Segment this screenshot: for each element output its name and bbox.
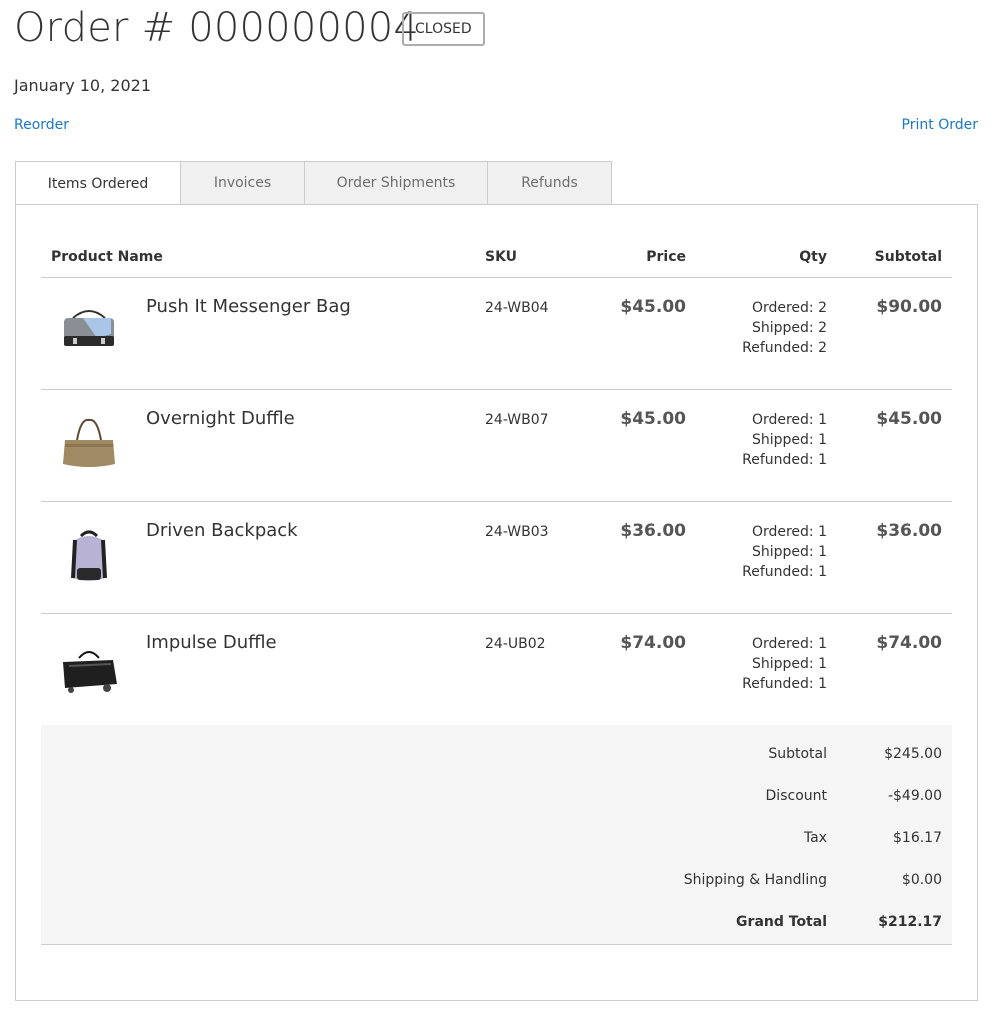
qty-shipped: Shipped: 1 bbox=[752, 432, 827, 448]
product-price: $45.00 bbox=[620, 297, 686, 317]
qty-ordered: Ordered: 1 bbox=[751, 524, 827, 540]
order-date: January 10, 2021 bbox=[14, 76, 151, 95]
product-qty: Ordered: 1 Shipped: 1 Refunded: 1 bbox=[742, 634, 827, 694]
totals-subtotal-label: Subtotal bbox=[768, 746, 827, 762]
grand-total-value: $212.17 bbox=[878, 914, 942, 930]
product-subtotal: $45.00 bbox=[876, 409, 942, 429]
qty-shipped: Shipped: 1 bbox=[752, 656, 827, 672]
backpack-thumbnail bbox=[71, 530, 107, 581]
totals-tax-value: $16.17 bbox=[893, 830, 942, 846]
print-order-link[interactable]: Print Order bbox=[902, 117, 978, 133]
product-qty: Ordered: 1 Shipped: 1 Refunded: 1 bbox=[742, 522, 827, 582]
tab-invoices[interactable]: Invoices bbox=[181, 161, 305, 205]
totals-tax-row: Tax $16.17 bbox=[41, 830, 952, 854]
table-row: Overnight Duffle 24-WB07 $45.00 Ordered:… bbox=[41, 390, 952, 502]
column-header-qty: Qty bbox=[799, 249, 827, 265]
qty-ordered: Ordered: 2 bbox=[751, 300, 827, 316]
table-row: Impulse Duffle 24-UB02 $74.00 Ordered: 1… bbox=[41, 614, 952, 726]
order-tabs: Items Ordered Invoices Order Shipments R… bbox=[15, 161, 612, 206]
qty-ordered: Ordered: 1 bbox=[751, 636, 827, 652]
column-header-sku: SKU bbox=[485, 249, 518, 265]
product-qty: Ordered: 1 Shipped: 1 Refunded: 1 bbox=[742, 410, 827, 470]
messenger-bag-thumbnail bbox=[64, 310, 114, 346]
totals-shipping-value: $0.00 bbox=[901, 872, 942, 888]
totals-shipping-label: Shipping & Handling bbox=[683, 872, 827, 888]
totals-grand-row: Grand Total $212.17 bbox=[41, 914, 952, 938]
totals-discount-label: Discount bbox=[765, 788, 827, 804]
qty-refunded: Refunded: 1 bbox=[742, 564, 827, 580]
qty-refunded: Refunded: 1 bbox=[742, 676, 827, 692]
product-name: Driven Backpack bbox=[146, 520, 298, 541]
totals-discount-value: -$49.00 bbox=[887, 788, 942, 804]
duffle-thumbnail bbox=[63, 418, 115, 467]
product-subtotal: $90.00 bbox=[876, 297, 942, 317]
totals-tax-label: Tax bbox=[803, 830, 827, 846]
column-header-product: Product Name bbox=[51, 249, 163, 265]
status-badge: CLOSED bbox=[402, 12, 485, 46]
product-name: Push It Messenger Bag bbox=[146, 296, 351, 317]
product-sku: 24-UB02 bbox=[485, 636, 546, 652]
page-title: Order # 000000004 bbox=[14, 5, 420, 51]
reorder-link[interactable]: Reorder bbox=[14, 117, 69, 133]
totals-subtotal-value: $245.00 bbox=[884, 746, 942, 762]
grand-total-label: Grand Total bbox=[736, 914, 827, 930]
column-header-price: Price bbox=[646, 249, 686, 265]
product-price: $45.00 bbox=[620, 409, 686, 429]
product-name: Impulse Duffle bbox=[146, 632, 277, 653]
order-totals: Subtotal $245.00 Discount -$49.00 Tax $1… bbox=[41, 725, 952, 945]
product-price: $74.00 bbox=[620, 633, 686, 653]
product-sku: 24-WB03 bbox=[485, 524, 549, 540]
product-price: $36.00 bbox=[620, 521, 686, 541]
rolling-duffle-thumbnail bbox=[63, 651, 117, 693]
qty-refunded: Refunded: 2 bbox=[742, 340, 827, 356]
totals-shipping-row: Shipping & Handling $0.00 bbox=[41, 872, 952, 896]
totals-subtotal-row: Subtotal $245.00 bbox=[41, 746, 952, 770]
product-name: Overnight Duffle bbox=[146, 408, 295, 429]
tab-items-ordered[interactable]: Items Ordered bbox=[15, 161, 181, 206]
tab-order-shipments[interactable]: Order Shipments bbox=[305, 161, 488, 205]
qty-refunded: Refunded: 1 bbox=[742, 452, 827, 468]
product-sku: 24-WB07 bbox=[485, 412, 549, 428]
qty-shipped: Shipped: 1 bbox=[752, 544, 827, 560]
table-row: Driven Backpack 24-WB03 $36.00 Ordered: … bbox=[41, 502, 952, 614]
product-subtotal: $36.00 bbox=[876, 521, 942, 541]
product-qty: Ordered: 2 Shipped: 2 Refunded: 2 bbox=[742, 298, 827, 358]
totals-discount-row: Discount -$49.00 bbox=[41, 788, 952, 812]
column-header-subtotal: Subtotal bbox=[874, 249, 942, 265]
qty-shipped: Shipped: 2 bbox=[752, 320, 827, 336]
qty-ordered: Ordered: 1 bbox=[751, 412, 827, 428]
items-ordered-panel: Product Name SKU Price Qty Subtotal Push… bbox=[15, 204, 978, 1001]
tab-refunds[interactable]: Refunds bbox=[488, 161, 612, 205]
product-subtotal: $74.00 bbox=[876, 633, 942, 653]
product-sku: 24-WB04 bbox=[485, 300, 549, 316]
table-row: Push It Messenger Bag 24-WB04 $45.00 Ord… bbox=[41, 278, 952, 390]
